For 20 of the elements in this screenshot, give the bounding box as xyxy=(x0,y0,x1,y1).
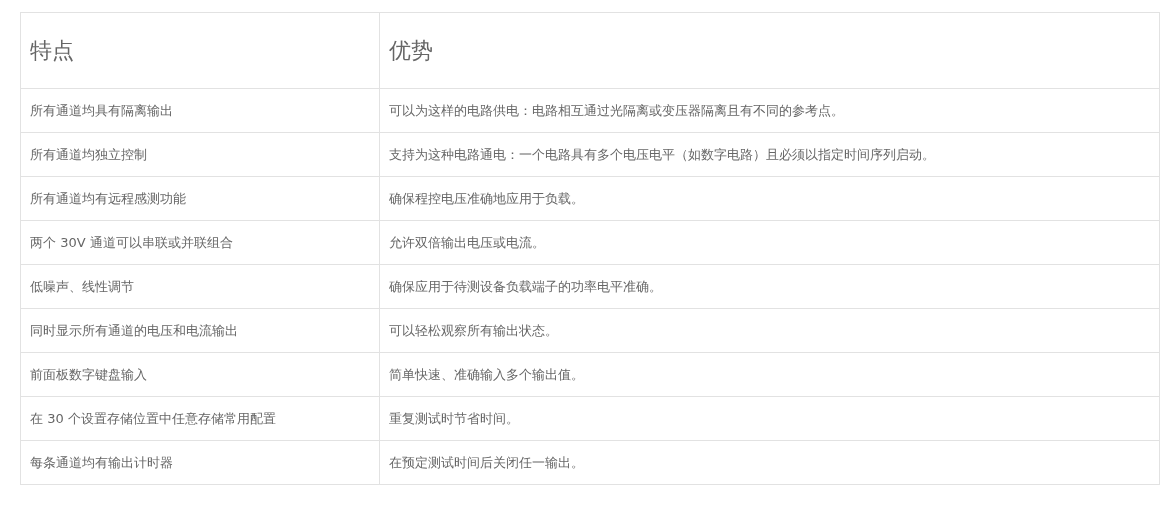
table-cell: 重复测试时节省时间。 xyxy=(379,396,1160,441)
table-cell: 同时显示所有通道的电压和电流输出 xyxy=(20,308,380,353)
table-cell: 所有通道均有远程感测功能 xyxy=(20,176,380,221)
table-cell: 每条通道均有输出计时器 xyxy=(20,440,380,485)
table-cell: 可以轻松观察所有输出状态。 xyxy=(379,308,1160,353)
table-cell: 在预定测试时间后关闭任一输出。 xyxy=(379,440,1160,485)
table-cell: 前面板数字键盘输入 xyxy=(20,352,380,397)
table-cell: 确保程控电压准确地应用于负载。 xyxy=(379,176,1160,221)
column-header: 优势 xyxy=(379,12,1160,89)
table-cell: 在 30 个设置存储位置中任意存储常用配置 xyxy=(20,396,380,441)
table-cell: 允许双倍输出电压或电流。 xyxy=(379,220,1160,265)
table-cell: 所有通道均独立控制 xyxy=(20,132,380,177)
table-cell: 确保应用于待测设备负载端子的功率电平准确。 xyxy=(379,264,1160,309)
table-cell: 可以为这样的电路供电：电路相互通过光隔离或变压器隔离且有不同的参考点。 xyxy=(379,88,1160,133)
table-cell: 所有通道均具有隔离输出 xyxy=(20,88,380,133)
table-cell: 低噪声、线性调节 xyxy=(20,264,380,309)
table-cell: 支持为这种电路通电：一个电路具有多个电压电平（如数字电路）且必须以指定时间序列启动。 xyxy=(379,132,1160,177)
column-header: 特点 xyxy=(20,12,380,89)
table-cell: 两个 30V 通道可以串联或并联组合 xyxy=(20,220,380,265)
table-cell: 简单快速、准确输入多个输出值。 xyxy=(379,352,1160,397)
